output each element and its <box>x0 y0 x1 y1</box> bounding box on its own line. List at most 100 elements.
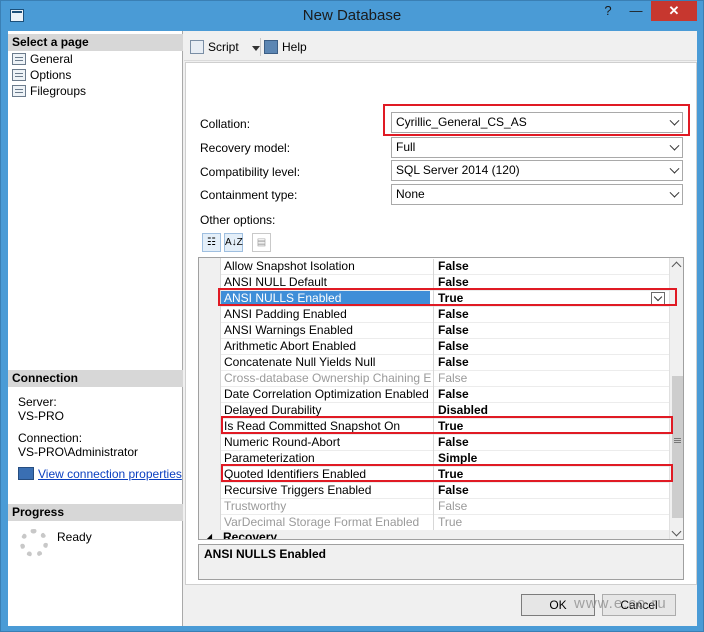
property-row[interactable]: ANSI Padding Enabled False <box>221 307 669 323</box>
progress-status: Ready <box>57 530 92 544</box>
property-row[interactable]: Arithmetic Abort Enabled False <box>221 339 669 355</box>
property-value[interactable]: False <box>438 307 469 322</box>
property-row[interactable]: Cross-database Ownership Chaining Enable… <box>221 371 669 387</box>
connection-properties-icon <box>18 467 34 480</box>
script-dropdown-arrow-icon[interactable] <box>252 46 260 51</box>
page-item-options[interactable]: Options <box>12 67 71 83</box>
property-row[interactable]: Concatenate Null Yields Null False <box>221 355 669 371</box>
select-page-header: Select a page <box>8 34 183 51</box>
chevron-down-icon <box>669 187 680 198</box>
containment-type-label: Containment type: <box>200 188 298 202</box>
property-row[interactable]: Trustworthy False <box>221 499 669 515</box>
property-name: ANSI Padding Enabled <box>224 307 347 321</box>
category-label: Recovery <box>223 530 278 540</box>
containment-type-dropdown[interactable]: None <box>391 184 683 205</box>
page-item-general[interactable]: General <box>12 51 73 67</box>
property-name: VarDecimal Storage Format Enabled <box>224 515 420 529</box>
property-name: Arithmetic Abort Enabled <box>224 339 357 353</box>
progress-header: Progress <box>8 504 183 521</box>
page-label: General <box>30 52 73 66</box>
property-value[interactable]: False <box>438 499 467 514</box>
compatibility-level-dropdown[interactable]: SQL Server 2014 (120) <box>391 160 683 181</box>
property-value[interactable]: True <box>438 515 462 530</box>
property-row[interactable]: Numeric Round-Abort False <box>221 435 669 451</box>
help-button[interactable]: Help <box>264 40 307 55</box>
column-divider <box>433 371 434 387</box>
compatibility-level-value: SQL Server 2014 (120) <box>396 163 520 177</box>
property-row[interactable]: Recursive Triggers Enabled False <box>221 483 669 499</box>
script-button[interactable]: Script <box>190 40 239 55</box>
property-value[interactable]: False <box>438 435 469 450</box>
chevron-down-icon <box>669 163 680 174</box>
column-divider <box>433 483 434 499</box>
close-button[interactable]: ✕ <box>651 1 697 21</box>
property-value[interactable]: False <box>438 323 469 338</box>
help-label: Help <box>282 40 307 54</box>
property-name: Date Correlation Optimization Enabled <box>224 387 429 401</box>
property-name: Numeric Round-Abort <box>224 435 341 449</box>
server-label: Server: <box>18 395 57 409</box>
title-bar[interactable]: New Database ? — ✕ <box>1 1 703 31</box>
help-book-icon <box>264 40 278 54</box>
help-titlebar-button[interactable]: ? <box>595 1 621 21</box>
dialog-client-area: Select a page General Options Filegroups… <box>8 31 697 626</box>
property-value[interactable]: False <box>438 355 469 370</box>
scroll-down-arrow-icon[interactable] <box>671 526 682 537</box>
page-label: Options <box>30 68 72 82</box>
column-divider <box>433 339 434 355</box>
column-divider <box>433 435 434 451</box>
page-icon <box>12 85 26 97</box>
property-value[interactable]: False <box>438 339 469 354</box>
property-value[interactable]: False <box>438 483 469 498</box>
column-divider <box>433 515 434 531</box>
property-description: ANSI NULLS Enabled <box>198 544 684 580</box>
property-pages-button[interactable]: ▤ <box>252 233 271 252</box>
view-connection-properties-link[interactable]: View connection properties <box>18 467 182 481</box>
recovery-model-value: Full <box>396 140 416 154</box>
column-divider <box>433 307 434 323</box>
connection-label: Connection: <box>18 431 83 445</box>
alphabetical-sort-button[interactable]: A↓Z <box>224 233 243 252</box>
progress-spinner-icon <box>20 529 48 557</box>
page-icon <box>12 69 26 81</box>
property-row[interactable]: ANSI Warnings Enabled False <box>221 323 669 339</box>
connection-header: Connection <box>8 370 183 387</box>
collation-label: Collation: <box>200 117 251 131</box>
read-committed-highlight-box <box>221 416 673 434</box>
page-item-filegroups[interactable]: Filegroups <box>12 83 86 99</box>
collapse-icon: ◢ <box>205 532 212 540</box>
property-row[interactable]: Allow Snapshot Isolation False <box>221 259 669 275</box>
left-pane: Select a page General Options Filegroups… <box>8 31 183 626</box>
page-label: Filegroups <box>30 84 87 98</box>
scrollbar-thumb[interactable] <box>672 376 683 518</box>
scroll-up-arrow-icon[interactable] <box>671 261 682 272</box>
server-value: VS-PRO <box>18 409 65 423</box>
ansi-nulls-highlight-box <box>218 288 677 306</box>
page-icon <box>12 53 26 65</box>
script-icon <box>190 40 204 54</box>
property-name: Recursive Triggers Enabled <box>224 483 372 497</box>
thumb-grip-icon <box>674 438 681 439</box>
property-name: Cross-database Ownership Chaining Enable… <box>224 371 432 385</box>
column-divider <box>433 323 434 339</box>
recovery-model-dropdown[interactable]: Full <box>391 137 683 158</box>
compatibility-level-label: Compatibility level: <box>200 165 301 179</box>
column-divider <box>433 387 434 403</box>
property-row[interactable]: Date Correlation Optimization Enabled Fal… <box>221 387 669 403</box>
toolbar: Script Help <box>184 31 697 61</box>
script-label: Script <box>208 40 239 54</box>
containment-type-value: None <box>396 187 425 201</box>
property-row[interactable]: VarDecimal Storage Format Enabled True <box>221 515 669 531</box>
categorized-sort-button[interactable]: ☷ <box>202 233 221 252</box>
chevron-down-icon <box>669 140 680 151</box>
property-name: Allow Snapshot Isolation <box>224 259 355 273</box>
watermark: www.e.co.ru <box>574 595 667 612</box>
description-title: ANSI NULLS Enabled <box>204 547 327 561</box>
new-database-window: New Database ? — ✕ Select a page General… <box>0 0 704 632</box>
property-value[interactable]: False <box>438 259 469 274</box>
property-value[interactable]: False <box>438 371 467 386</box>
property-value[interactable]: False <box>438 387 469 402</box>
category-header-recovery[interactable]: ◢ Recovery <box>199 530 669 540</box>
minimize-button[interactable]: — <box>623 1 649 21</box>
column-divider <box>433 499 434 515</box>
